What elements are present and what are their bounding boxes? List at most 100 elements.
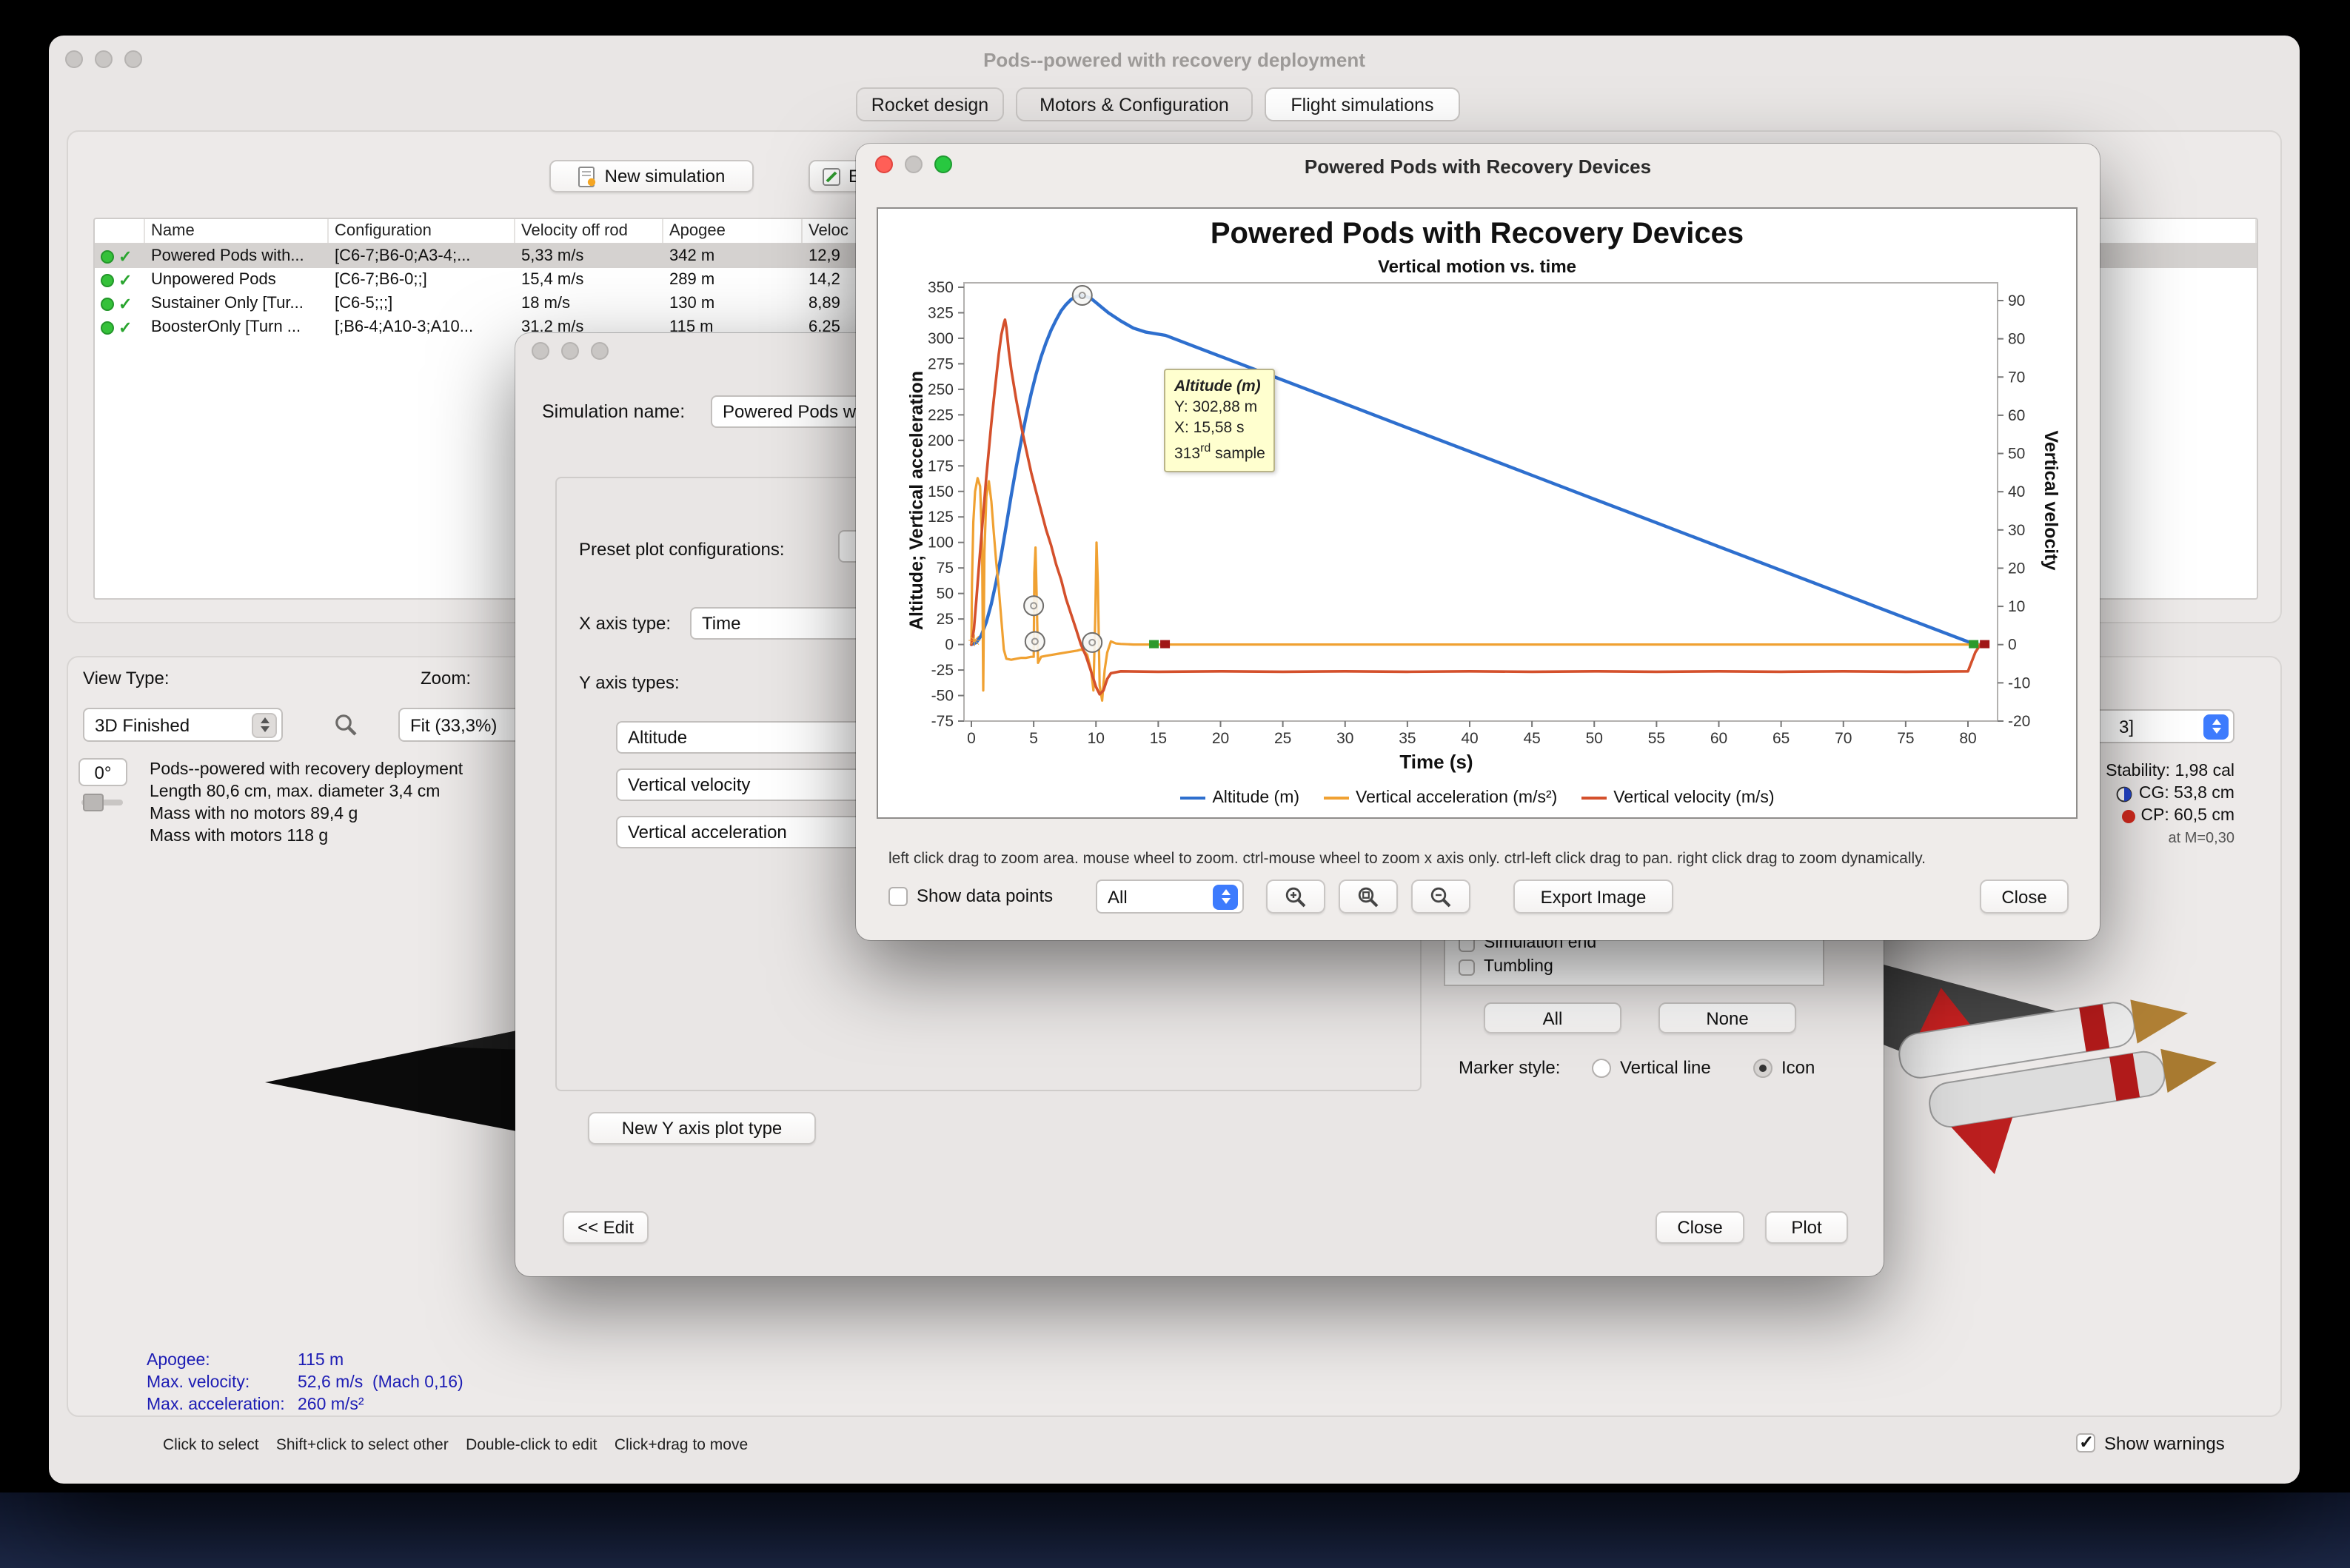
- new-simulation-button[interactable]: New simulation: [549, 160, 754, 192]
- zoom-window-icon[interactable]: [591, 342, 609, 360]
- svg-text:175: 175: [928, 458, 954, 475]
- plot-dialog: Powered Pods with Recovery Devices Power…: [856, 144, 2100, 940]
- legend-item: Vertical velocity (m/s): [1581, 789, 1775, 807]
- column-header-apogee[interactable]: Apogee: [663, 219, 803, 243]
- close-icon[interactable]: [532, 342, 549, 360]
- y-axis-type-value: Vertical acceleration: [628, 822, 787, 842]
- branch-dropdown[interactable]: All: [1096, 880, 1244, 914]
- flight-config-value: 3]: [2119, 716, 2135, 737]
- svg-text:90: 90: [2008, 292, 2025, 309]
- apogee-label: Apogee:: [147, 1352, 210, 1370]
- plot-titlebar[interactable]: Powered Pods with Recovery Devices: [856, 144, 2100, 185]
- column-header-velocity-off-rod[interactable]: Velocity off rod: [515, 219, 663, 243]
- zoom-reset-button[interactable]: [1339, 880, 1398, 914]
- view-type-dropdown[interactable]: 3D Finished: [83, 708, 283, 742]
- dialog-close-button[interactable]: Close: [1656, 1211, 1744, 1244]
- tooltip-x: X: 15,58 s: [1174, 419, 1245, 437]
- svg-text:30: 30: [1336, 730, 1353, 747]
- column-header-name[interactable]: Name: [145, 219, 329, 243]
- zoom-reset-icon: [1358, 886, 1379, 907]
- svg-text:225: 225: [928, 406, 954, 423]
- svg-text:60: 60: [1710, 730, 1727, 747]
- rotation-slider[interactable]: [81, 794, 123, 811]
- zoom-label: Zoom:: [421, 668, 472, 688]
- event-tumbling-checkbox[interactable]: [1459, 959, 1475, 976]
- preset-config-label: Preset plot configurations:: [579, 539, 785, 560]
- view-type-value: 3D Finished: [95, 714, 190, 735]
- y-axis-type-dropdown-altitude[interactable]: Altitude: [616, 721, 868, 754]
- zoom-out-icon: [1430, 886, 1451, 907]
- svg-text:20: 20: [2008, 560, 2025, 577]
- show-warnings-checkbox[interactable]: [2076, 1432, 2095, 1453]
- marker-style-label: Marker style:: [1459, 1057, 1561, 1078]
- zoom-out-button[interactable]: [1411, 880, 1470, 914]
- y-axis-type-value: Vertical velocity: [628, 774, 751, 795]
- svg-text:-50: -50: [931, 688, 954, 705]
- export-image-button[interactable]: Export Image: [1513, 880, 1673, 914]
- edit-simulation-icon: [822, 167, 841, 186]
- status-ok-icon: [101, 273, 114, 287]
- zoom-in-icon: [1285, 886, 1306, 907]
- column-header-configuration[interactable]: Configuration: [329, 219, 515, 243]
- events-all-button[interactable]: All: [1484, 1002, 1621, 1033]
- marker-vertical-line-radio[interactable]: [1592, 1059, 1611, 1078]
- data-point-tooltip: Altitude (m) Y: 302,88 m X: 15,58 s 313r…: [1164, 369, 1276, 472]
- svg-text:40: 40: [2008, 483, 2025, 500]
- rotation-spinner[interactable]: 0°: [78, 758, 127, 786]
- x-axis-type-label: X axis type:: [579, 613, 672, 634]
- rocket-mass-no-motors: Mass with no motors 89,4 g: [150, 805, 358, 823]
- svg-text:-75: -75: [931, 713, 954, 730]
- svg-text:325: 325: [928, 304, 954, 321]
- uptodate-check-icon: [118, 318, 132, 337]
- svg-text:75: 75: [937, 560, 954, 577]
- show-warnings-label: Show warnings: [2104, 1433, 2225, 1454]
- event-tumbling-label: Tumbling: [1484, 958, 1553, 976]
- rocket-mass-motors: Mass with motors 118 g: [150, 828, 329, 845]
- marker-icon-radio[interactable]: [1753, 1059, 1772, 1078]
- svg-text:350: 350: [928, 279, 954, 296]
- simulation-name-label: Simulation name:: [542, 401, 686, 422]
- status-ok-icon: [101, 321, 114, 334]
- minimize-icon[interactable]: [561, 342, 579, 360]
- tooltip-sample: 313rd sample: [1174, 441, 1265, 463]
- y-axis-type-dropdown-vertical-acceleration[interactable]: Vertical acceleration: [616, 816, 868, 848]
- plot-close-button[interactable]: Close: [1980, 880, 2069, 914]
- cp-value: CP: 60,5 cm: [2140, 807, 2234, 825]
- svg-text:150: 150: [928, 483, 954, 500]
- slider-handle[interactable]: [83, 794, 104, 811]
- tab-flight-simulations[interactable]: Flight simulations: [1265, 87, 1460, 121]
- new-y-axis-plot-type-button[interactable]: New Y axis plot type: [588, 1112, 816, 1145]
- legend-item: Vertical acceleration (m/s²): [1323, 789, 1557, 807]
- svg-text:70: 70: [1835, 730, 1852, 747]
- dialog-plot-button[interactable]: Plot: [1765, 1211, 1848, 1244]
- cg-icon: [2117, 785, 2133, 802]
- apogee-value: 115 m: [298, 1352, 344, 1370]
- stability-value: Stability: 1,98 cal: [2106, 763, 2234, 780]
- status-ok-icon: [101, 249, 114, 263]
- svg-text:250: 250: [928, 381, 954, 398]
- svg-text:40: 40: [1461, 730, 1478, 747]
- svg-text:200: 200: [928, 432, 954, 449]
- edit-back-button[interactable]: << Edit: [563, 1211, 649, 1244]
- y-axis-type-dropdown-vertical-velocity[interactable]: Vertical velocity: [616, 768, 868, 801]
- svg-text:-10: -10: [2008, 674, 2030, 691]
- events-none-button[interactable]: None: [1658, 1002, 1796, 1033]
- chart-plot-area[interactable]: -75-50-250255075100125150175200225250275…: [878, 209, 2079, 820]
- tab-motors-configuration[interactable]: Motors & Configuration: [1016, 87, 1253, 121]
- svg-text:65: 65: [1772, 730, 1790, 747]
- plot-help-text: left click drag to zoom area. mouse whee…: [888, 850, 1926, 868]
- status-column-header: [95, 219, 145, 243]
- tab-rocket-design[interactable]: Rocket design: [856, 87, 1004, 121]
- rocket-pods-render[interactable]: [1853, 917, 2234, 1213]
- zoom-magnifier-icon[interactable]: [333, 712, 360, 746]
- main-titlebar[interactable]: Pods--powered with recovery deployment: [49, 36, 2300, 83]
- svg-text:25: 25: [937, 611, 954, 628]
- desktop-strip: [0, 1492, 2350, 1568]
- zoom-value: Fit (33,3%): [410, 714, 498, 735]
- svg-text:125: 125: [928, 509, 954, 526]
- show-data-points-checkbox[interactable]: [888, 887, 908, 906]
- rocket-side-render[interactable]: [261, 1020, 527, 1146]
- max-acceleration-label: Max. acceleration:: [147, 1396, 285, 1414]
- zoom-in-button[interactable]: [1266, 880, 1325, 914]
- zoom-dropdown[interactable]: Fit (33,3%): [398, 708, 523, 742]
